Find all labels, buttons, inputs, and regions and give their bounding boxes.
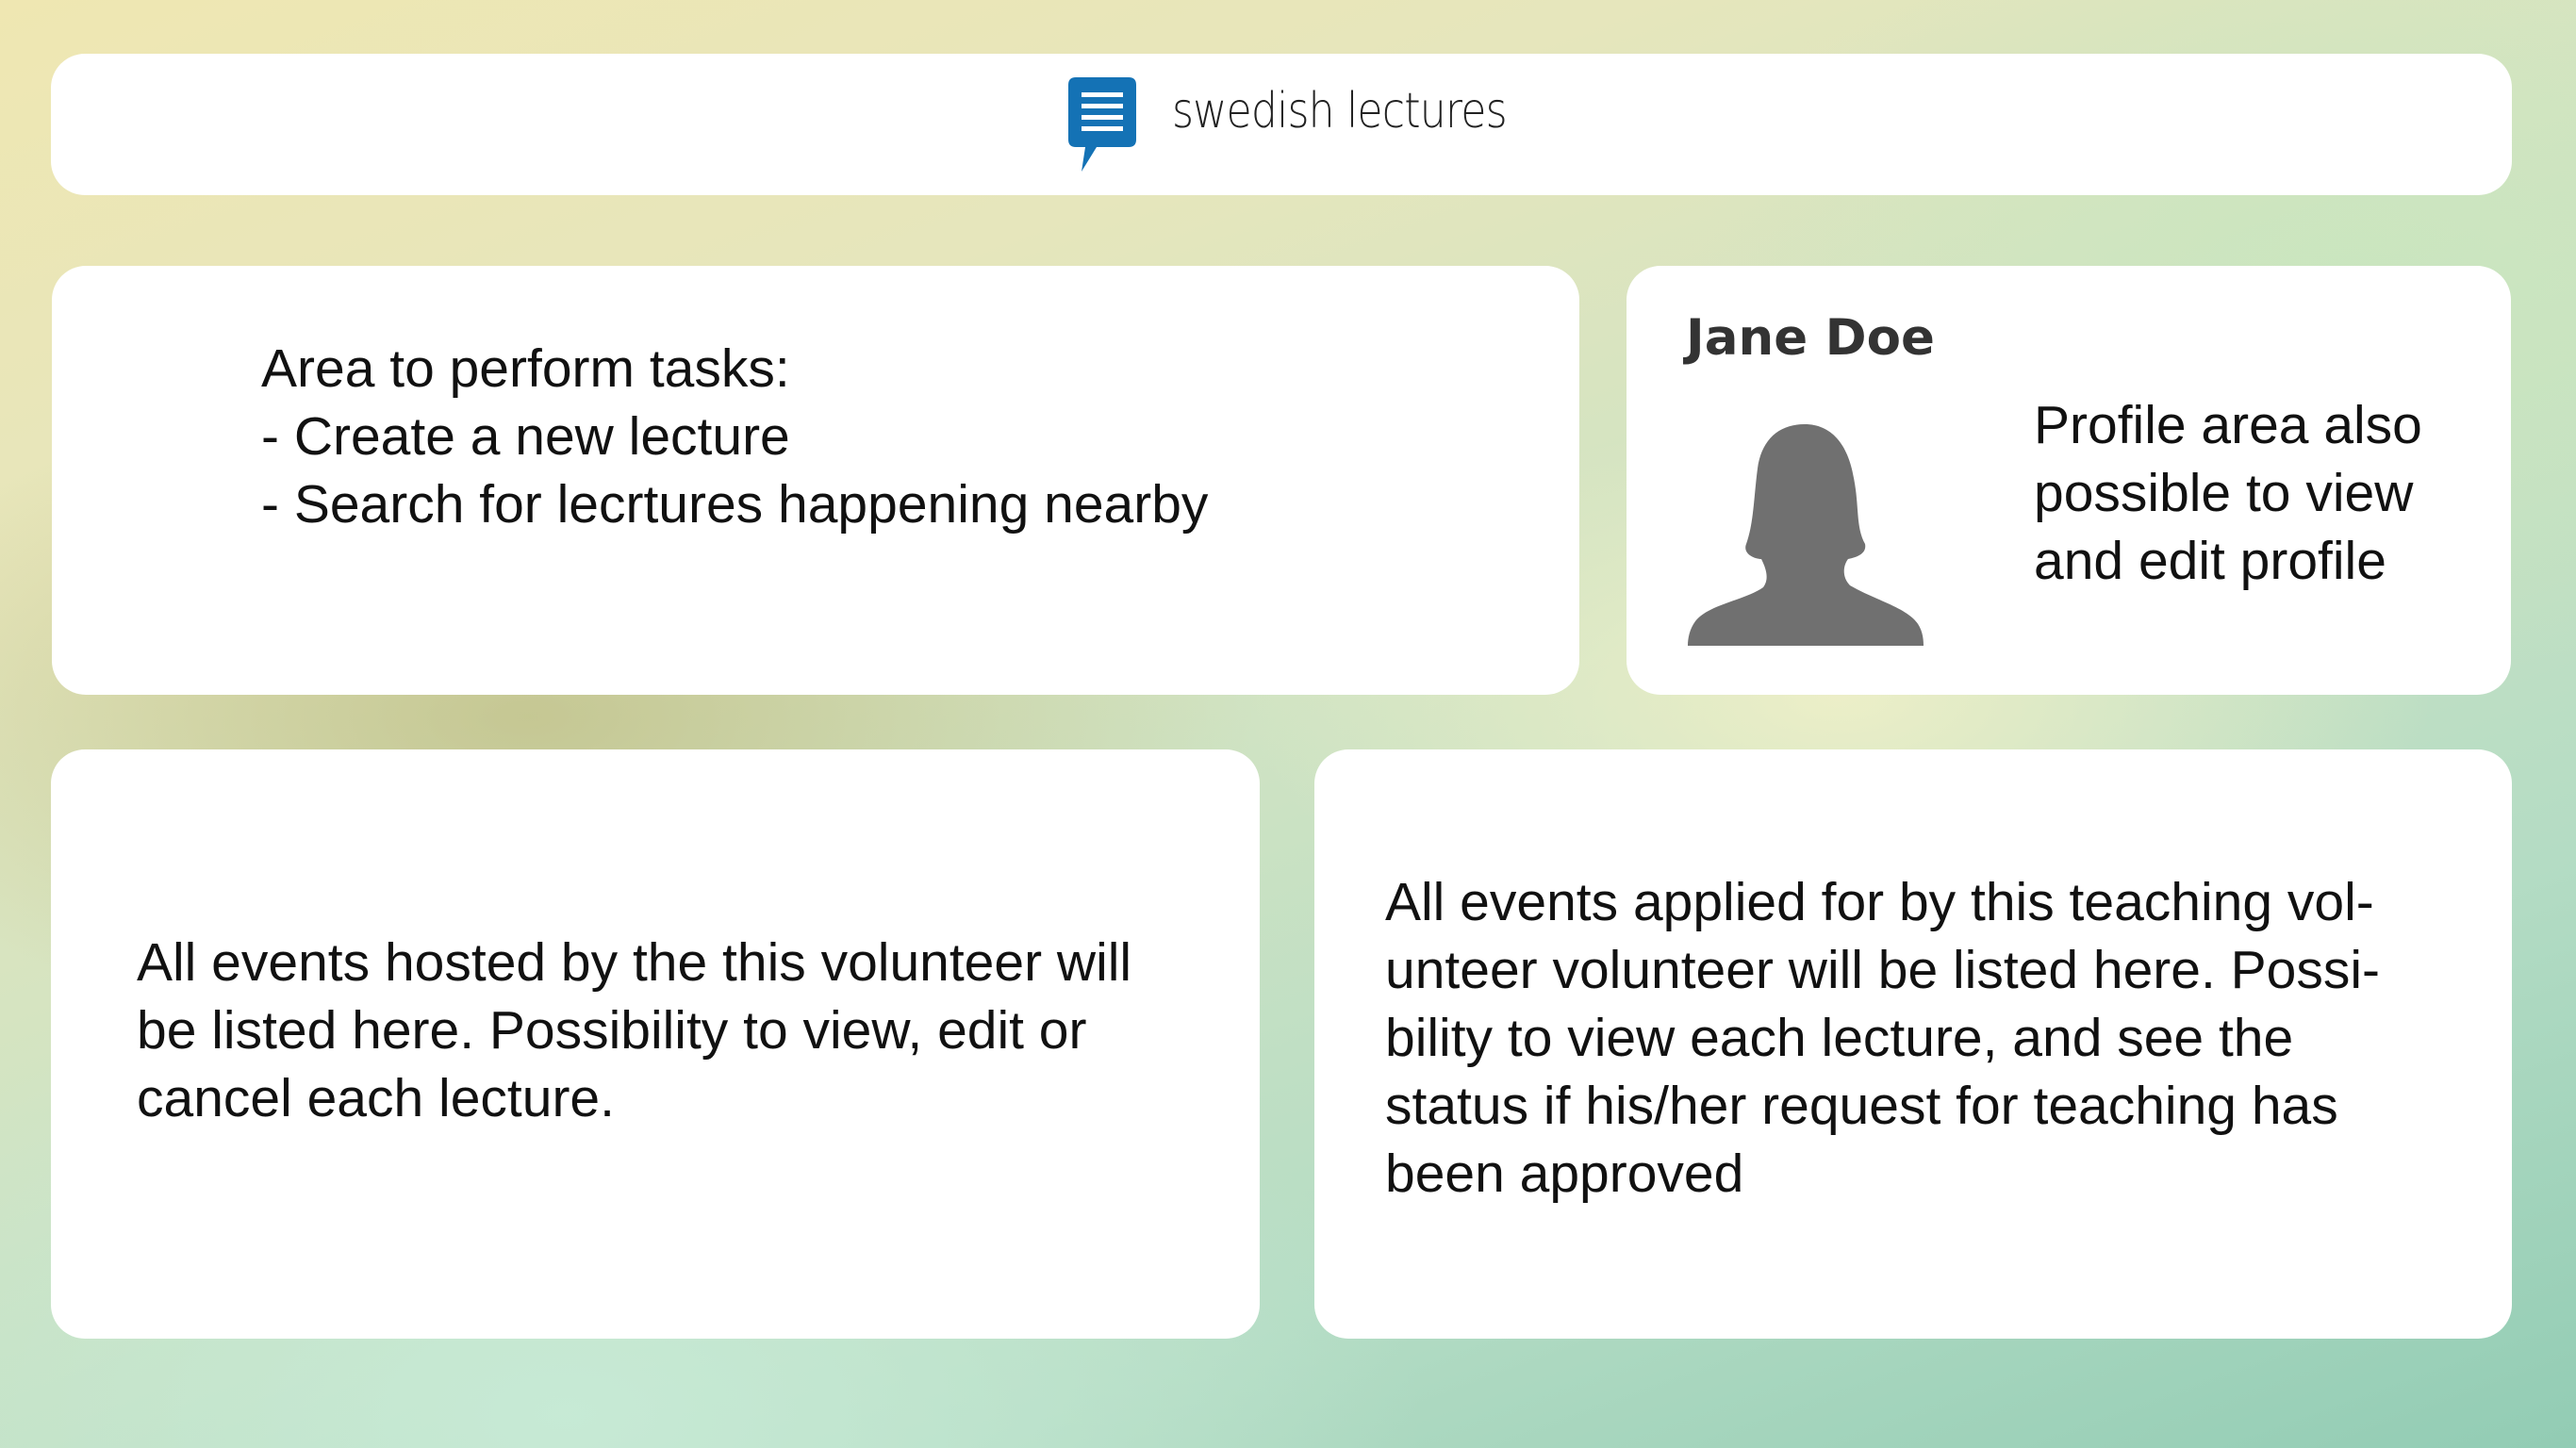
person-silhouette-icon[interactable] <box>1688 420 1924 646</box>
dashboard-page: { "header": { "app_title": "swedish lect… <box>0 0 2576 1448</box>
speech-bubble-document-icon[interactable] <box>1068 77 1136 172</box>
profile-description: Profile area also possible to view and e… <box>2034 395 2422 591</box>
applied-events-text: All events applied for by this teaching … <box>1385 872 2381 1204</box>
tasks-panel-text: Area to perform tasks: - Create a new le… <box>261 338 1209 535</box>
hosted-events-text: All events hosted by the this volunteer … <box>137 932 1132 1128</box>
profile-name[interactable]: Jane Doe <box>1686 309 1935 367</box>
app-title[interactable]: swedish lectures <box>1172 83 1508 140</box>
